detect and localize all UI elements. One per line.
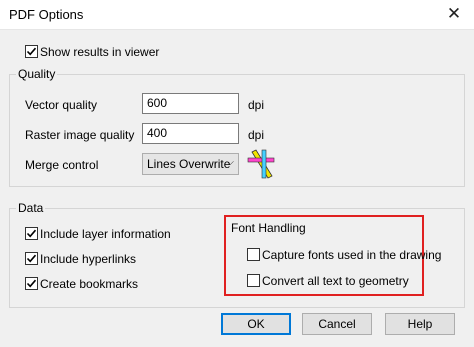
raster-quality-unit: dpi (248, 128, 265, 142)
checkmark-icon (26, 279, 37, 288)
checkmark-icon (26, 47, 37, 56)
bookmarks-checkbox[interactable] (25, 277, 38, 290)
close-icon[interactable]: ✕ (444, 4, 464, 24)
quality-group-title: Quality (16, 67, 58, 81)
merge-control-select[interactable]: Lines Overwrite ⌵ (142, 153, 239, 175)
title-bar: PDF Options ✕ (0, 0, 474, 30)
convert-text-checkbox[interactable] (247, 274, 260, 287)
dialog-body: Show results in viewer Quality Vector qu… (0, 30, 474, 347)
chevron-down-icon: ⌵ (226, 157, 234, 168)
capture-fonts-checkbox[interactable] (247, 248, 260, 261)
merge-control-value: Lines Overwrite (147, 157, 231, 171)
hyperlinks-checkbox[interactable] (25, 252, 38, 265)
cancel-button[interactable]: Cancel (302, 313, 372, 335)
show-results-checkbox[interactable] (25, 45, 38, 58)
layer-info-checkbox[interactable] (25, 227, 38, 240)
hyperlinks-label: Include hyperlinks (40, 252, 137, 266)
vector-quality-input[interactable]: 600 (142, 93, 239, 114)
capture-fonts-label: Capture fonts used in the drawing (262, 248, 442, 262)
merge-preview-icon (247, 149, 275, 179)
convert-text-label: Convert all text to geometry (262, 274, 409, 288)
vector-quality-unit: dpi (248, 98, 265, 112)
bookmarks-label: Create bookmarks (40, 277, 139, 291)
raster-quality-input[interactable]: 400 (142, 123, 239, 144)
merge-control-label: Merge control (25, 158, 99, 172)
checkmark-icon (26, 254, 37, 263)
data-group-title: Data (16, 201, 46, 215)
show-results-label: Show results in viewer (40, 45, 160, 59)
raster-quality-label: Raster image quality (25, 128, 135, 142)
checkmark-icon (26, 229, 37, 238)
help-button[interactable]: Help (385, 313, 455, 335)
window-title: PDF Options (9, 7, 84, 22)
ok-button[interactable]: OK (221, 313, 291, 335)
font-handling-title: Font Handling (231, 221, 306, 235)
vector-quality-label: Vector quality (25, 98, 98, 112)
layer-info-label: Include layer information (40, 227, 171, 241)
